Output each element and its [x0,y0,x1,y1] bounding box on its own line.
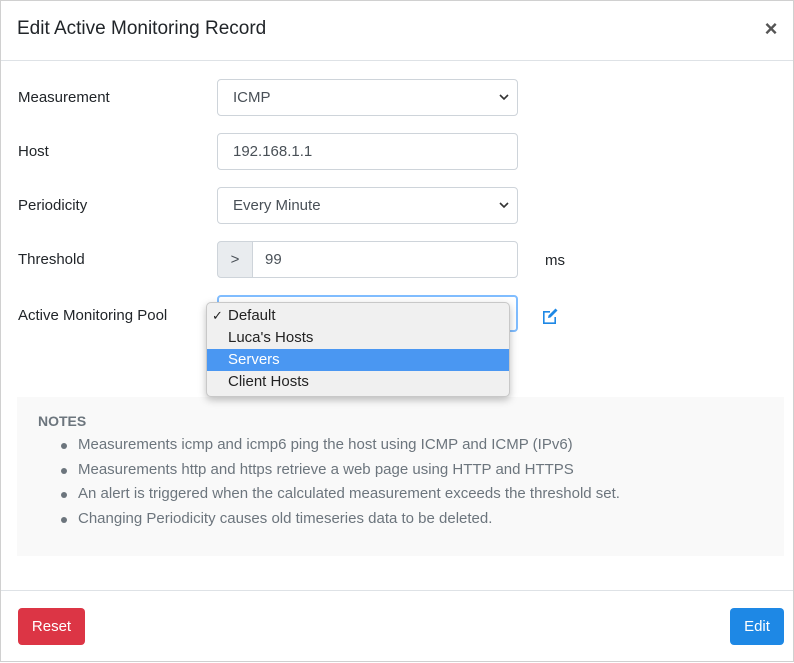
modal-footer: Reset Edit [1,590,793,663]
edit-icon[interactable] [541,307,559,325]
periodicity-label: Periodicity [18,197,88,214]
notes-list: Measurements icmp and icmp6 ping the hos… [38,433,620,531]
pool-option-lucas-hosts[interactable]: Luca's Hosts [207,327,509,349]
measurement-select[interactable]: ICMP [217,79,518,116]
pool-option-client-hosts[interactable]: Client Hosts [207,371,509,393]
pool-option-servers[interactable]: Servers [207,349,509,371]
measurement-value: ICMP [233,89,271,106]
measurement-label: Measurement [18,89,110,106]
threshold-value: 99 [265,251,282,268]
threshold-label: Threshold [18,251,85,268]
chevron-down-icon [499,94,509,101]
edit-record-modal: Edit Active Monitoring Record × Measurem… [0,0,794,662]
modal-title: Edit Active Monitoring Record [17,18,267,39]
reset-button[interactable]: Reset [18,608,85,645]
close-icon[interactable]: × [761,17,781,41]
pool-option-label: Default [228,307,276,324]
note-item: Measurements http and https retrieve a w… [61,458,620,483]
host-value: 192.168.1.1 [233,143,313,160]
chevron-down-icon [499,202,509,209]
note-item: An alert is triggered when the calculate… [61,482,620,507]
periodicity-value: Every Minute [233,197,321,214]
periodicity-select[interactable]: Every Minute [217,187,518,224]
threshold-input[interactable]: 99 [252,241,518,278]
pool-label: Active Monitoring Pool [18,307,168,324]
edit-button[interactable]: Edit [730,608,784,645]
pool-option-label: Client Hosts [228,373,309,390]
host-label: Host [18,143,49,160]
notes-panel: NOTES Measurements icmp and icmp6 ping t… [17,397,784,556]
pool-option-label: Luca's Hosts [228,329,314,346]
notes-title: NOTES [38,413,87,429]
checkmark-icon: ✓ [212,308,223,323]
note-item: Measurements icmp and icmp6 ping the hos… [61,433,620,458]
pool-option-label: Servers [228,351,280,368]
pool-dropdown-menu: ✓ Default Luca's Hosts Servers Client Ho… [206,302,510,397]
modal-header: Edit Active Monitoring Record × [1,1,793,61]
host-input[interactable]: 192.168.1.1 [217,133,518,170]
threshold-operator[interactable]: > [217,241,253,278]
note-item: Changing Periodicity causes old timeseri… [61,507,620,532]
threshold-unit: ms [545,252,565,269]
pool-option-default[interactable]: ✓ Default [207,305,509,327]
